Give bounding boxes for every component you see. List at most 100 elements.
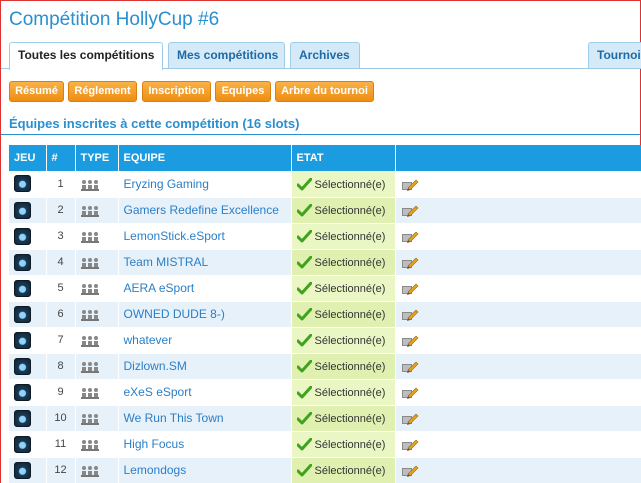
table-row: 5 AERA eSport Sélectionné(e)	[9, 275, 641, 302]
edit-icon[interactable]	[401, 464, 419, 478]
actions-cell	[395, 405, 641, 432]
team-cell: We Run This Town	[118, 405, 292, 432]
edit-icon[interactable]	[401, 282, 419, 296]
check-icon	[296, 177, 312, 191]
row-number: 4	[46, 249, 76, 276]
edit-icon[interactable]	[401, 438, 419, 452]
status-text: Sélectionné(e)	[314, 412, 386, 425]
type-cell	[75, 457, 119, 483]
game-cell	[9, 327, 47, 354]
team-link[interactable]: Lemondogs	[124, 463, 187, 477]
row-number: 11	[46, 431, 76, 458]
team-link[interactable]: whatever	[124, 333, 173, 347]
header-type: TYPE	[75, 145, 119, 171]
game-cell	[9, 301, 47, 328]
team-cell: eXeS eSport	[118, 379, 292, 406]
reglement-button[interactable]: Réglement	[68, 81, 137, 102]
edit-icon[interactable]	[401, 334, 419, 348]
status-cell: Sélectionné(e)	[291, 353, 396, 380]
check-icon	[296, 230, 312, 243]
team-link[interactable]: OWNED DUDE 8-)	[124, 307, 225, 321]
team-type-icon	[80, 205, 99, 217]
edit-icon[interactable]	[401, 204, 419, 218]
team-cell: Lemondogs	[118, 457, 292, 483]
row-number: 10	[46, 405, 76, 432]
type-cell	[75, 171, 119, 198]
page-title: Compétition HollyCup #6	[9, 9, 220, 30]
table-row: 7 whatever Sélectionné(e)	[9, 327, 641, 354]
resume-button[interactable]: Résumé	[9, 81, 64, 102]
check-icon	[296, 256, 312, 269]
status-text: Sélectionné(e)	[314, 360, 386, 373]
header-jeu: JEU	[9, 145, 47, 171]
team-link[interactable]: Eryzing Gaming	[124, 177, 209, 191]
game-logo-icon	[14, 409, 31, 427]
status-cell: Sélectionné(e)	[291, 379, 396, 406]
status-text: Sélectionné(e)	[314, 308, 386, 321]
row-number: 5	[46, 275, 76, 302]
status-cell: Sélectionné(e)	[291, 275, 396, 302]
status-cell: Sélectionné(e)	[291, 431, 396, 458]
actions-cell	[395, 197, 641, 224]
row-number: 1	[46, 171, 76, 198]
team-link[interactable]: We Run This Town	[124, 411, 224, 425]
team-type-icon	[80, 465, 99, 477]
status-cell: Sélectionné(e)	[291, 197, 396, 224]
edit-icon[interactable]	[401, 256, 419, 270]
tab-my-competitions[interactable]: Mes compétitions	[168, 42, 285, 69]
teams-table: JEU # TYPE EQUIPE ETAT 1 Eryzing Gaming	[9, 145, 641, 483]
team-link[interactable]: High Focus	[124, 437, 185, 451]
check-icon	[296, 438, 312, 451]
game-logo-icon	[14, 461, 31, 479]
row-number: 12	[46, 457, 76, 483]
check-icon	[296, 282, 312, 295]
team-link[interactable]: Dizlown.SM	[124, 359, 187, 373]
edit-icon[interactable]	[401, 178, 419, 191]
row-number: 8	[46, 353, 76, 380]
table-header-row: JEU # TYPE EQUIPE ETAT	[9, 145, 641, 171]
tab-all-competitions[interactable]: Toutes les compétitions	[9, 42, 163, 70]
game-logo-icon	[14, 201, 31, 219]
actions-cell	[395, 379, 641, 406]
type-cell	[75, 405, 119, 432]
edit-icon[interactable]	[401, 360, 419, 374]
tab-archives[interactable]: Archives	[290, 42, 360, 69]
type-cell	[75, 223, 119, 250]
actions-cell	[395, 275, 641, 302]
team-link[interactable]: AERA eSport	[124, 281, 195, 295]
team-link[interactable]: Team MISTRAL	[124, 255, 209, 269]
header-number: #	[46, 145, 76, 171]
status-cell: Sélectionné(e)	[291, 249, 396, 276]
equipes-button[interactable]: Equipes	[215, 81, 271, 102]
type-cell	[75, 275, 119, 302]
tab-tournoi[interactable]: Tournoi	[588, 42, 641, 69]
actions-cell	[395, 431, 641, 458]
inscription-button[interactable]: Inscription	[142, 81, 211, 102]
check-icon	[296, 360, 312, 373]
status-cell: Sélectionné(e)	[291, 171, 396, 198]
status-text: Sélectionné(e)	[314, 282, 386, 295]
game-logo-icon	[14, 253, 31, 271]
edit-icon[interactable]	[401, 412, 419, 426]
team-link[interactable]: eXeS eSport	[124, 385, 192, 399]
table-row: 6 OWNED DUDE 8-) Sélectionné(e)	[9, 301, 641, 328]
game-logo-icon	[14, 435, 31, 453]
edit-icon[interactable]	[401, 308, 419, 322]
tab-bar: Toutes les compétitions Mes compétitions…	[1, 42, 641, 70]
team-cell: AERA eSport	[118, 275, 292, 302]
team-link[interactable]: LemonStick.eSport	[124, 229, 225, 243]
tournament-tree-button[interactable]: Arbre du tournoi	[275, 81, 374, 102]
table-row: 8 Dizlown.SM Sélectionné(e)	[9, 353, 641, 380]
game-logo-icon	[14, 279, 31, 297]
team-link[interactable]: Gamers Redefine Excellence	[124, 203, 279, 217]
team-cell: Gamers Redefine Excellence	[118, 197, 292, 224]
header-equipe: EQUIPE	[118, 145, 292, 171]
edit-icon[interactable]	[401, 386, 419, 400]
check-icon	[296, 308, 312, 321]
game-logo-icon	[14, 357, 31, 375]
row-number: 7	[46, 327, 76, 354]
edit-icon[interactable]	[401, 230, 419, 244]
section-title: Équipes inscrites à cette compétition (1…	[9, 116, 300, 131]
type-cell	[75, 197, 119, 224]
team-cell: High Focus	[118, 431, 292, 458]
